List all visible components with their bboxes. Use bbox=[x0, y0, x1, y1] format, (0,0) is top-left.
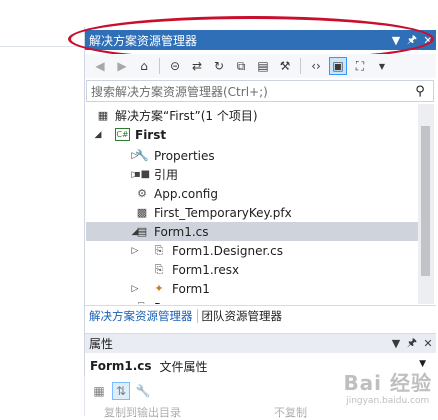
tree-item-label: 解决方案“First”(1 个项目) bbox=[115, 109, 258, 123]
refresh-icon[interactable]: ↻ bbox=[210, 57, 228, 75]
properties-title: 属性 bbox=[89, 337, 114, 351]
tree-item-label: Properties bbox=[154, 148, 215, 163]
tree-item-label: 引用 bbox=[154, 168, 179, 182]
tree-item-references[interactable]: ▷ ▪■ 引用 bbox=[86, 165, 418, 184]
collapsed-arrow-icon[interactable]: ▷ bbox=[130, 284, 140, 294]
object-type: 文件属性 bbox=[159, 359, 208, 374]
pending-changes-filter-icon[interactable]: ⊝ bbox=[166, 57, 184, 75]
search-placeholder: 搜索解决方案资源管理器(Ctrl+;) bbox=[91, 84, 268, 99]
close-icon[interactable]: ✕ bbox=[420, 337, 436, 350]
solution-search-field[interactable]: 搜索解决方案资源管理器(Ctrl+;) ⚲ bbox=[86, 80, 434, 102]
toolbar-overflow-icon[interactable]: ▼ bbox=[373, 57, 391, 75]
tree-item-form1-cs[interactable]: ◢ ▤ Form1.cs bbox=[86, 222, 418, 241]
expanded-arrow-icon[interactable]: ◢ bbox=[93, 130, 103, 140]
tree-item-label: Form1.cs bbox=[154, 224, 209, 239]
watermark: Bai 经验 jingyan.baidu.com bbox=[343, 367, 432, 406]
tab-solution-explorer[interactable]: 解决方案资源管理器 bbox=[85, 306, 197, 326]
view-code-icon[interactable]: ‹› bbox=[307, 57, 325, 75]
tab-team-explorer[interactable]: 团队资源管理器 bbox=[198, 306, 287, 326]
form-icon: ▤ bbox=[136, 225, 148, 238]
properties-titlebar[interactable]: 属性 ▼ 🖈 ✕ bbox=[85, 333, 436, 353]
tool-window-tabs: 解决方案资源管理器 团队资源管理器 bbox=[85, 305, 436, 326]
object-name: Form1.cs bbox=[90, 359, 152, 373]
show-all-files-icon[interactable]: ▤ bbox=[254, 57, 272, 75]
solution-explorer-toolbar: ◀ ▶ ⌂ ⊝ ⇄ ↻ ⧉ ▤ ⚒ ‹› ▣ ⛶ ▼ bbox=[85, 54, 436, 78]
search-icon[interactable]: ⚲ bbox=[407, 84, 433, 99]
solution-icon: ▦ bbox=[97, 109, 109, 122]
tree-item-solution[interactable]: ▦ 解决方案“First”(1 个项目) bbox=[86, 106, 418, 125]
watermark-main: Bai 经验 bbox=[343, 371, 432, 395]
properties-icon[interactable]: ⚒ bbox=[276, 57, 294, 75]
forward-icon[interactable]: ▶ bbox=[113, 57, 131, 75]
tree-item-form1-resx[interactable]: ⎘ Form1.resx bbox=[86, 260, 418, 279]
wrench-icon: 🔧 bbox=[135, 149, 149, 162]
tree-item-label: First_TemporaryKey.pfx bbox=[154, 205, 292, 220]
tree-item-pfx[interactable]: ▩ First_TemporaryKey.pfx bbox=[86, 203, 418, 222]
scrollbar-thumb[interactable] bbox=[421, 126, 430, 276]
collapse-all-icon[interactable]: ⧉ bbox=[232, 57, 250, 75]
tree-item-label: App.config bbox=[154, 186, 218, 201]
sync-with-document-icon[interactable]: ⇄ bbox=[188, 57, 206, 75]
class-icon: ✦ bbox=[154, 282, 164, 295]
csharp-file-icon: ⎘ bbox=[135, 301, 149, 305]
tree-item-form1-designer[interactable]: ▷ ⎘ Form1.Designer.cs bbox=[86, 241, 418, 260]
certificate-icon: ▩ bbox=[136, 206, 148, 219]
watermark-sub: jingyan.baidu.com bbox=[346, 396, 430, 406]
tree-item-label: Form1 bbox=[172, 281, 210, 296]
toolbar-separator bbox=[159, 58, 160, 74]
pin-icon[interactable]: 🖈 bbox=[404, 334, 420, 353]
csharp-file-icon: ⎘ bbox=[154, 243, 164, 257]
view-designer-icon[interactable]: ▣ bbox=[329, 57, 347, 75]
tree-item-project[interactable]: ◢ C# First bbox=[86, 125, 418, 144]
collapsed-arrow-icon[interactable]: ▷ bbox=[130, 246, 140, 256]
toolbar-separator bbox=[300, 58, 301, 74]
tree-item-partial[interactable]: ▷ ⎘ P bbox=[86, 298, 418, 305]
tree-item-properties[interactable]: ▷ 🔧 Properties bbox=[86, 146, 418, 165]
references-icon: ▪■ bbox=[133, 169, 151, 180]
resx-file-icon: ⎘ bbox=[154, 262, 164, 276]
tree-item-label: Form1.Designer.cs bbox=[172, 243, 283, 258]
editor-area bbox=[0, 0, 84, 416]
tree-item-form1-class[interactable]: ▷ ✦ Form1 bbox=[86, 279, 418, 298]
tree-item-label: P bbox=[154, 301, 161, 305]
config-file-icon: ⚙ bbox=[137, 187, 147, 200]
home-icon[interactable]: ⌂ bbox=[135, 57, 153, 75]
window-position-dropdown-icon[interactable]: ▼ bbox=[388, 337, 404, 350]
tree-item-label: Form1.resx bbox=[172, 262, 240, 277]
editor-divider bbox=[0, 46, 84, 47]
class-diagram-icon[interactable]: ⛶ bbox=[351, 57, 369, 75]
csharp-project-icon: C# bbox=[115, 128, 130, 141]
tree-item-app-config[interactable]: ⚙ App.config bbox=[86, 184, 418, 203]
tree-item-label: First bbox=[135, 127, 167, 142]
solution-tree: ▦ 解决方案“First”(1 个项目) ◢ C# First ▷ 🔧 Prop… bbox=[86, 104, 418, 304]
back-icon[interactable]: ◀ bbox=[91, 57, 109, 75]
